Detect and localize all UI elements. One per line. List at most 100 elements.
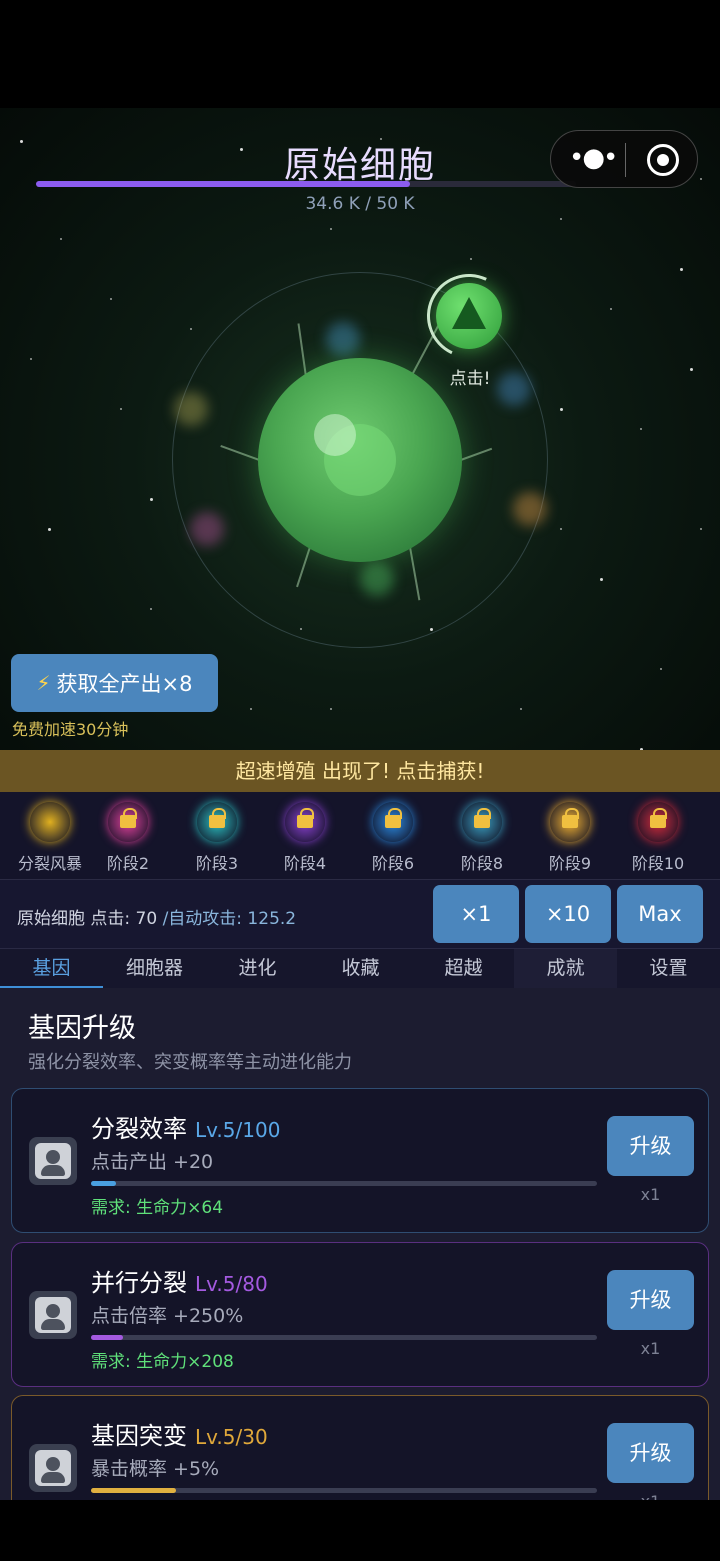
stage8-icon xyxy=(462,802,502,842)
multiplier-x1-button[interactable]: ×1 xyxy=(433,885,519,943)
more-icon[interactable]: •●• xyxy=(569,143,618,175)
star xyxy=(690,368,693,371)
auto-attack-stat: /自动攻击: 125.2 xyxy=(162,909,297,929)
tab-transcend[interactable]: 超越 xyxy=(412,949,515,989)
stage-item[interactable]: 阶段4 xyxy=(265,802,345,874)
stage-label: 阶段10 xyxy=(631,854,685,873)
stage-item[interactable]: 阶段8 xyxy=(442,802,522,874)
stage10-icon xyxy=(638,802,678,842)
star xyxy=(120,408,122,410)
star xyxy=(330,708,332,710)
lightning-icon: ⚡ xyxy=(36,671,51,695)
multiplier-x10-button[interactable]: ×10 xyxy=(525,885,611,943)
orb-blue xyxy=(326,322,360,356)
storm-icon xyxy=(30,802,70,842)
upgrade-quantity: x1 xyxy=(607,1492,694,1500)
star xyxy=(330,228,332,230)
stage-item[interactable]: 阶段9 xyxy=(530,802,610,874)
lock-icon xyxy=(474,808,491,828)
stage-label: 阶段6 xyxy=(371,854,415,873)
stage9-icon xyxy=(550,802,590,842)
star xyxy=(190,328,192,330)
upgrade-card: 基因突变 Lv.5/30 暴击概率 +5% 升级 x1 xyxy=(11,1395,709,1500)
boost-subtitle: 免费加速30分钟 xyxy=(12,720,129,739)
star xyxy=(48,528,51,531)
upgrade-requirement: 需求: 生命力×208 xyxy=(91,1352,234,1372)
bottom-bar xyxy=(0,1500,720,1561)
tab-evolution[interactable]: 进化 xyxy=(206,949,309,989)
upgrade-effect: 暴击概率 +5% xyxy=(91,1458,220,1480)
upgrade-progress-fill xyxy=(91,1488,176,1493)
tap-bonus-bubble[interactable] xyxy=(436,283,502,349)
star xyxy=(680,268,683,271)
upgrade-effect: 点击产出 +20 xyxy=(91,1151,214,1173)
stage-label: 阶段8 xyxy=(460,854,504,873)
tap-label: 点击! xyxy=(449,369,491,389)
section-title: 基因升级 xyxy=(28,1013,136,1044)
stage-item[interactable]: 阶段3 xyxy=(177,802,257,874)
stage-bar: 分裂风暴 阶段2 阶段3 阶段4 阶段6 阶段8 阶段9 阶段10 xyxy=(0,792,720,880)
stage-item[interactable]: 分裂风暴 xyxy=(10,802,90,874)
upgrade-button[interactable]: 升级 xyxy=(607,1423,694,1483)
tab-collection[interactable]: 收藏 xyxy=(309,949,412,989)
star xyxy=(110,298,112,300)
upgrade-quantity: x1 xyxy=(640,1339,661,1358)
lock-icon xyxy=(562,808,579,828)
tree-icon xyxy=(452,297,486,329)
star xyxy=(520,708,522,710)
upgrade-button[interactable]: 升级 xyxy=(607,1116,694,1176)
star xyxy=(700,528,702,530)
stage-item[interactable]: 阶段6 xyxy=(353,802,433,874)
tab-achievements[interactable]: 成就 xyxy=(514,949,617,989)
game-scene[interactable]: 原始细胞 34.6 K / 50 K •●• 点击! ⚡ 获取全产出×8 免费加… xyxy=(0,108,720,750)
lock-icon xyxy=(385,808,402,828)
star xyxy=(30,358,32,360)
upgrade-name: 分裂效率 xyxy=(91,1115,187,1143)
star xyxy=(150,498,153,501)
star xyxy=(640,428,642,430)
upgrade-card: 并行分裂 Lv.5/80 点击倍率 +250% 需求: 生命力×208 升级 x1 xyxy=(11,1242,709,1387)
orb-green xyxy=(360,562,394,596)
star xyxy=(560,408,563,411)
stage-label: 分裂风暴 xyxy=(17,854,82,873)
lock-icon xyxy=(209,808,226,828)
stage-label: 阶段4 xyxy=(283,854,327,873)
upgrade-level: Lv.5/100 xyxy=(195,1118,281,1142)
star xyxy=(560,218,562,220)
upgrade-effect: 点击倍率 +250% xyxy=(91,1305,244,1327)
stage6-icon xyxy=(373,802,413,842)
close-target-icon[interactable] xyxy=(647,144,679,176)
stage-item[interactable]: 阶段2 xyxy=(88,802,168,874)
boost-output-label: 获取全产出×8 xyxy=(56,672,193,696)
stage-label: 阶段3 xyxy=(195,854,239,873)
upgrade-level: Lv.5/30 xyxy=(195,1425,268,1449)
upgrade-progress-fill xyxy=(91,1335,123,1340)
section-subtitle: 强化分裂效率、突变概率等主动进化能力 xyxy=(28,1052,352,1073)
level-progress-bar xyxy=(36,181,576,187)
event-banner[interactable]: 超速增殖 出现了! 点击捕获! xyxy=(0,750,720,792)
star xyxy=(250,708,252,710)
stats-text: 原始细胞 点击: 70 /自动攻击: 125.2 xyxy=(17,904,296,929)
avatar xyxy=(29,1137,77,1185)
capsule-divider xyxy=(625,143,626,177)
upgrade-name: 基因突变 xyxy=(91,1422,187,1450)
click-stat: 原始细胞 点击: 70 xyxy=(17,909,158,929)
stage-label: 阶段2 xyxy=(106,854,150,873)
tab-genes[interactable]: 基因 xyxy=(0,949,103,989)
upgrade-progress-fill xyxy=(91,1181,117,1186)
multiplier-max-button[interactable]: Max xyxy=(617,885,703,943)
lock-icon xyxy=(297,808,314,828)
tab-organelles[interactable]: 细胞器 xyxy=(103,949,206,989)
stage-label: 阶段9 xyxy=(548,854,592,873)
upgrade-quantity: x1 xyxy=(640,1185,661,1204)
stage-item[interactable]: 阶段10 xyxy=(618,802,698,874)
boost-output-button[interactable]: ⚡ 获取全产出×8 xyxy=(11,654,218,712)
lock-icon xyxy=(120,808,137,828)
star xyxy=(150,608,152,610)
tab-settings[interactable]: 设置 xyxy=(617,949,720,989)
gene-upgrade-panel: 基因升级 强化分裂效率、突变概率等主动进化能力 分裂效率 Lv.5/100 点击产… xyxy=(0,988,720,1500)
stage3-icon xyxy=(197,802,237,842)
upgrade-button[interactable]: 升级 xyxy=(607,1270,694,1330)
star xyxy=(600,578,603,581)
level-progress-fill xyxy=(36,181,410,187)
